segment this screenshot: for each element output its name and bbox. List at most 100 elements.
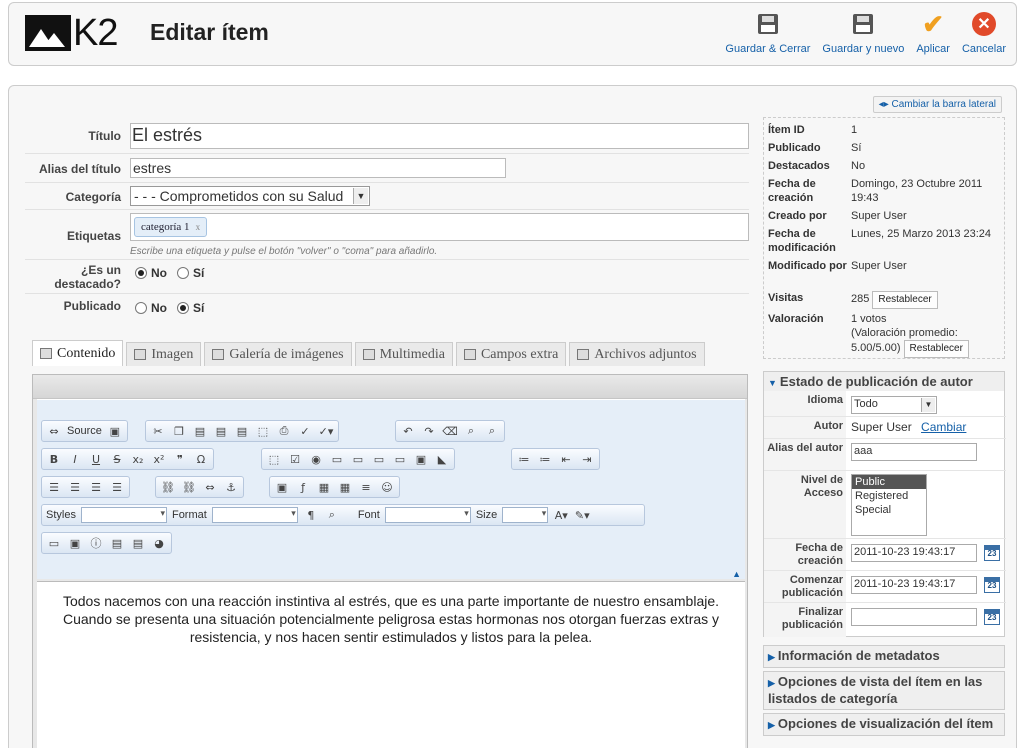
- bold-icon[interactable]: B: [46, 452, 62, 466]
- tab-imagen[interactable]: Imagen: [126, 342, 202, 366]
- bullet-list-icon[interactable]: ≔: [537, 452, 553, 466]
- editor-content[interactable]: Todos nacemos con una reacción instintiv…: [37, 581, 745, 748]
- published-no-radio[interactable]: [135, 302, 147, 314]
- published-yes-option[interactable]: Sí: [177, 301, 204, 315]
- textarea-icon[interactable]: ▭: [350, 452, 366, 466]
- button-field-icon[interactable]: ▭: [392, 452, 408, 466]
- calendar-icon[interactable]: 23: [984, 609, 1000, 625]
- paste-text-icon[interactable]: ▤: [213, 424, 229, 438]
- tab-archivos[interactable]: Archivos adjuntos: [569, 342, 705, 366]
- featured-no-option[interactable]: No: [135, 266, 167, 280]
- replace-icon[interactable]: ⌕: [484, 424, 500, 438]
- hidden-field-icon[interactable]: ◣: [434, 452, 450, 466]
- show-blocks-icon[interactable]: ¶: [303, 508, 319, 522]
- preview-icon[interactable]: ▣: [67, 536, 83, 550]
- alias-input[interactable]: estres: [130, 158, 506, 178]
- paste-word-icon[interactable]: ▤: [234, 424, 250, 438]
- eraser-icon[interactable]: ⌫: [442, 424, 458, 438]
- save-close-button[interactable]: Guardar & Cerrar: [719, 11, 816, 55]
- save-new-button[interactable]: Guardar y nuevo: [816, 11, 910, 55]
- title-input[interactable]: El estrés: [130, 123, 749, 149]
- size-select[interactable]: [502, 507, 549, 523]
- font-select[interactable]: [384, 507, 471, 523]
- tags-input[interactable]: categoría 1 x: [130, 213, 749, 241]
- zoom-icon[interactable]: ⌕: [324, 508, 340, 522]
- metadata-accordion-header[interactable]: ▶ Información de metadatos: [763, 645, 1005, 668]
- form-icon[interactable]: ⬚: [266, 452, 282, 466]
- ordered-list-icon[interactable]: ≔: [516, 452, 532, 466]
- access-option[interactable]: Special: [852, 503, 926, 517]
- remove-tag-icon[interactable]: x: [196, 222, 201, 232]
- grid-icon[interactable]: ▦: [337, 480, 353, 494]
- toggle-sidebar-button[interactable]: ◂▸ Cambiar la barra lateral: [872, 96, 1002, 113]
- maximize-icon[interactable]: ▭: [46, 536, 62, 550]
- bg-color-icon[interactable]: ✎▾: [574, 508, 590, 522]
- redo-icon[interactable]: ↷: [421, 424, 437, 438]
- select-field-icon[interactable]: ▭: [371, 452, 387, 466]
- print-icon[interactable]: ⎙: [276, 424, 292, 438]
- unlink-icon[interactable]: ⛓: [181, 480, 197, 494]
- superscript-icon[interactable]: x²: [151, 452, 167, 466]
- styles-select[interactable]: [80, 507, 167, 523]
- apply-button[interactable]: ✔ Aplicar: [910, 11, 956, 55]
- access-option[interactable]: Registered: [852, 489, 926, 503]
- text-color-icon[interactable]: A▾: [553, 508, 569, 522]
- featured-no-radio[interactable]: [135, 267, 147, 279]
- anchor-link-icon[interactable]: ⇔: [202, 480, 218, 494]
- color-wheel-icon[interactable]: ◕: [151, 536, 167, 550]
- outdent-icon[interactable]: ⇤: [558, 452, 574, 466]
- paste-icon[interactable]: ▤: [192, 424, 208, 438]
- subscript-icon[interactable]: x₂: [130, 452, 146, 466]
- textfield-icon[interactable]: ▭: [329, 452, 345, 466]
- align-right-icon[interactable]: ☰: [88, 480, 104, 494]
- cut-icon[interactable]: ✂: [150, 424, 166, 438]
- created-date-input[interactable]: 2011-10-23 19:43:17: [851, 544, 977, 562]
- change-author-link[interactable]: Cambiar: [921, 420, 966, 434]
- checkbox-icon[interactable]: ☑: [287, 452, 303, 466]
- publish-down-input[interactable]: [851, 608, 977, 626]
- language-select[interactable]: Todo ▼: [851, 396, 937, 414]
- published-yes-radio[interactable]: [177, 302, 189, 314]
- featured-yes-option[interactable]: Sí: [177, 266, 204, 280]
- spellcheck-menu-icon[interactable]: ✓▾: [318, 424, 334, 438]
- italic-icon[interactable]: I: [67, 452, 83, 466]
- table-icon[interactable]: ▦: [316, 480, 332, 494]
- reset-hits-button[interactable]: Restablecer: [872, 291, 938, 309]
- horizontal-rule-icon[interactable]: ≡: [358, 480, 374, 494]
- display-options-accordion-header[interactable]: ▶ Opciones de visualización del ítem: [763, 713, 1005, 736]
- smiley-icon[interactable]: ☺: [379, 480, 395, 494]
- tab-contenido[interactable]: Contenido: [32, 340, 124, 366]
- reset-rating-button[interactable]: Restablecer: [903, 340, 969, 358]
- author-alias-input[interactable]: aaa: [851, 443, 977, 461]
- copy-icon[interactable]: ❐: [171, 424, 187, 438]
- insert-image-icon[interactable]: ▣: [274, 480, 290, 494]
- plugin-icon[interactable]: ▤: [130, 536, 146, 550]
- access-level-list[interactable]: Public Registered Special: [851, 474, 927, 536]
- tab-campos-extra[interactable]: Campos extra: [455, 342, 567, 366]
- view-options-accordion-header[interactable]: ▶ Opciones de vista del ítem en las lista…: [763, 671, 1005, 710]
- align-center-icon[interactable]: ☰: [67, 480, 83, 494]
- indent-icon[interactable]: ⇥: [579, 452, 595, 466]
- collapse-toolbar-icon[interactable]: ▲: [732, 569, 741, 579]
- strike-icon[interactable]: S: [109, 452, 125, 466]
- template-icon[interactable]: ▤: [109, 536, 125, 550]
- tag-chip[interactable]: categoría 1 x: [134, 217, 208, 237]
- featured-yes-radio[interactable]: [177, 267, 189, 279]
- link-icon[interactable]: ⛓: [160, 480, 176, 494]
- source-button[interactable]: Source: [67, 425, 102, 437]
- cancel-button[interactable]: ✕ Cancelar: [956, 11, 1012, 55]
- select-all-icon[interactable]: ⬚: [255, 424, 271, 438]
- image-button-icon[interactable]: ▣: [413, 452, 429, 466]
- justify-icon[interactable]: ☰: [109, 480, 125, 494]
- undo-icon[interactable]: ↶: [400, 424, 416, 438]
- anchor-icon[interactable]: ⚓: [223, 480, 239, 494]
- access-option[interactable]: Public: [852, 475, 926, 489]
- category-select[interactable]: - - - Comprometidos con su Salud ▼: [130, 186, 370, 206]
- flash-icon[interactable]: ƒ: [295, 480, 311, 494]
- format-select[interactable]: [211, 507, 298, 523]
- calendar-icon[interactable]: 23: [984, 545, 1000, 561]
- spellcheck-icon[interactable]: ✓: [297, 424, 313, 438]
- info-icon[interactable]: ⓘ: [88, 536, 104, 550]
- published-no-option[interactable]: No: [135, 301, 167, 315]
- save-icon[interactable]: ▣: [107, 424, 123, 438]
